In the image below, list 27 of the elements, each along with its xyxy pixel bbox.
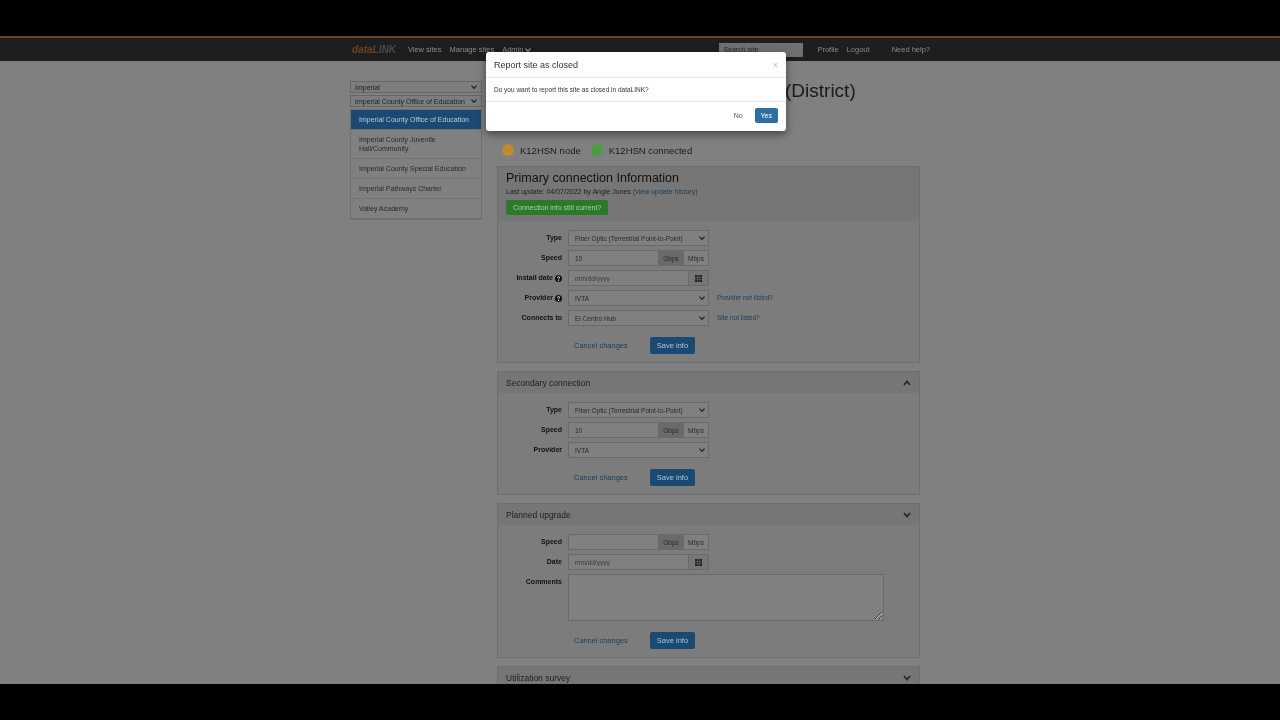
calendar-icon	[695, 274, 702, 282]
calendar-icon	[695, 558, 702, 566]
caret-icon	[699, 448, 705, 452]
chevron-up-icon[interactable]	[903, 379, 911, 386]
panel-title: Primary connection Information	[506, 171, 679, 185]
caret-icon	[699, 408, 705, 412]
chevron-down-icon[interactable]	[903, 674, 911, 681]
chevron-down-icon[interactable]	[903, 511, 911, 518]
caret-icon	[699, 296, 705, 300]
dialog-title: Report site as closed	[494, 59, 579, 70]
help-icon	[555, 294, 562, 302]
caret-icon	[525, 47, 532, 52]
panel-title[interactable]: Utilization survey	[506, 672, 571, 683]
calendar-button[interactable]	[689, 554, 709, 570]
help-icon	[555, 274, 562, 282]
calendar-button[interactable]	[689, 270, 709, 286]
caret-icon	[699, 316, 705, 320]
caret-icon	[699, 236, 705, 240]
page-title: (District)	[785, 81, 857, 103]
close-button[interactable]: ×	[772, 59, 778, 70]
comments-field[interactable]	[568, 574, 884, 621]
panel-title[interactable]: Secondary connection	[506, 377, 591, 388]
panel-title[interactable]: Planned upgrade	[506, 509, 571, 520]
legend-label: K12HSN connected	[608, 144, 693, 156]
caret-icon	[471, 85, 477, 89]
legend-label: K12HSN node	[520, 144, 581, 156]
caret-icon	[471, 99, 477, 103]
